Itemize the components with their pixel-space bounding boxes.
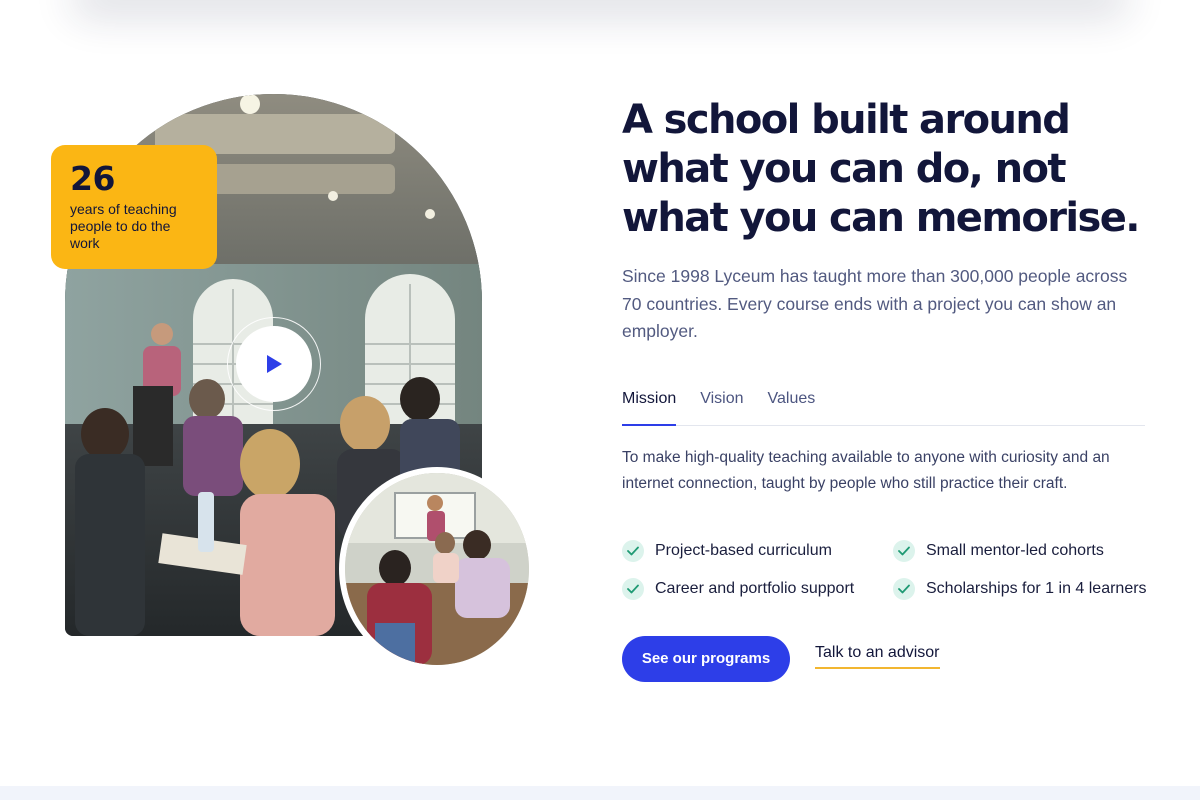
see-programs-button[interactable]: See our programs	[622, 635, 790, 682]
play-icon	[267, 355, 282, 373]
feature-label: Project-based curriculum	[655, 541, 832, 559]
talk-to-advisor-link[interactable]: Talk to an advisor	[815, 644, 940, 669]
tab-mission[interactable]: Mission	[622, 384, 677, 426]
section-headline: A school built around what you can do, n…	[622, 96, 1152, 243]
about-tabs: Mission Vision Values	[622, 384, 1145, 426]
headline-line-3: what you can memorise.	[622, 195, 1140, 241]
headline-line-2: what you can do, not	[622, 146, 1066, 192]
stat-badge: 26 years of teaching people to do the wo…	[51, 145, 217, 269]
tab-panel-text: To make high-quality teaching available …	[622, 448, 1110, 492]
classroom-inset-photo	[339, 467, 535, 671]
tab-vision[interactable]: Vision	[700, 384, 743, 426]
feature-item: Small mentor-led cohorts	[893, 539, 1153, 563]
video-play-button[interactable]	[227, 317, 321, 411]
headline-line-1: A school built around	[622, 97, 1071, 143]
feature-list: Project-based curriculum Small mentor-le…	[622, 539, 1152, 601]
feature-item: Career and portfolio support	[622, 577, 893, 601]
check-icon	[893, 539, 915, 562]
cta-group: See our programs Talk to an advisor	[622, 635, 1152, 682]
tab-values[interactable]: Values	[768, 384, 816, 426]
feature-label: Career and portfolio support	[655, 579, 855, 597]
stat-label: years of teaching people to do the work	[70, 201, 177, 251]
stat-number: 26	[70, 159, 115, 198]
play-button-disc[interactable]	[236, 326, 312, 402]
about-section: A school built around what you can do, n…	[622, 96, 1152, 682]
feature-label: Scholarships for 1 in 4 learners	[926, 579, 1147, 597]
feature-item: Project-based curriculum	[622, 539, 893, 563]
intro-paragraph: Since 1998 Lyceum has taught more than 3…	[622, 266, 1128, 341]
feature-label: Small mentor-led cohorts	[926, 541, 1104, 559]
check-icon	[622, 539, 644, 562]
feature-item: Scholarships for 1 in 4 learners	[893, 577, 1153, 601]
check-icon	[893, 577, 915, 600]
next-section-edge	[0, 786, 1200, 800]
media-collage: 26 years of teaching people to do the wo…	[0, 0, 560, 700]
check-icon	[622, 577, 644, 600]
